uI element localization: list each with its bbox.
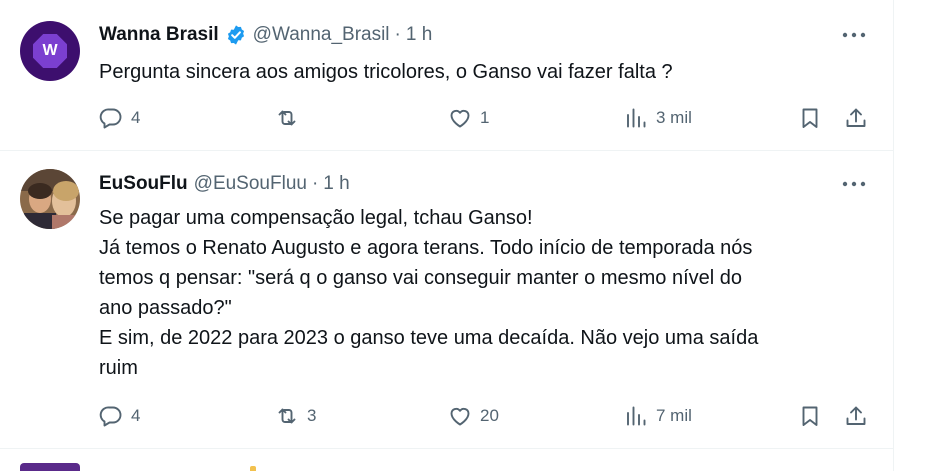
tweet-text: Se pagar uma compensação legal, tchau Ga…	[99, 207, 759, 379]
views-chart-icon	[627, 108, 646, 128]
profile-photo	[20, 169, 80, 229]
reply-icon	[99, 406, 122, 427]
reply-count: 4	[131, 108, 141, 127]
views-button[interactable]: 3 mil	[624, 102, 692, 134]
share-icon	[846, 108, 866, 127]
retweet-count: 3	[307, 406, 317, 425]
verified-badge-icon	[227, 25, 244, 45]
reply-button[interactable]: 4	[99, 400, 140, 432]
more-options-icon[interactable]	[839, 172, 869, 196]
like-count: 1	[480, 108, 490, 127]
reply-icon	[99, 108, 122, 129]
retweet-button[interactable]: 3	[275, 400, 316, 432]
bookmark-button[interactable]	[798, 400, 822, 432]
tweet-header: Wanna Brasil @Wanna_Brasil · 1 h	[99, 22, 432, 48]
views-chart-icon	[627, 406, 646, 426]
retweet-icon	[278, 408, 296, 424]
bookmark-icon	[802, 108, 818, 128]
share-icon	[846, 406, 866, 425]
next-tweet-partial[interactable]	[0, 449, 893, 471]
view-count: 3 mil	[656, 108, 692, 127]
author-handle[interactable]: @Wanna_Brasil	[253, 24, 390, 46]
tweet-feed: W Wanna Brasil @Wanna_Brasil · 1 h Pergu…	[0, 0, 894, 471]
separator-dot: ·	[311, 173, 319, 194]
tweet-actions: 4 1 3 mil	[0, 102, 893, 134]
retweet-icon	[278, 110, 296, 126]
avatar[interactable]	[20, 169, 80, 229]
bookmark-icon	[802, 406, 818, 426]
author-name[interactable]: EuSouFlu	[99, 173, 188, 195]
heart-icon	[450, 109, 470, 128]
tweet-text: Pergunta sincera aos amigos tricolores, …	[99, 61, 673, 83]
emoji-partial	[250, 466, 256, 471]
timestamp[interactable]: 1 h	[323, 173, 349, 195]
retweet-button[interactable]	[275, 102, 307, 134]
reply-button[interactable]: 4	[99, 102, 140, 134]
tweet-wanna-brasil[interactable]: W Wanna Brasil @Wanna_Brasil · 1 h Pergu…	[0, 0, 893, 151]
more-options-icon[interactable]	[839, 23, 869, 47]
view-count: 7 mil	[656, 406, 692, 425]
share-button[interactable]	[844, 102, 868, 134]
reply-count: 4	[131, 406, 141, 425]
avatar[interactable]: W	[20, 21, 80, 81]
author-name[interactable]: Wanna Brasil	[99, 24, 219, 46]
timestamp[interactable]: 1 h	[406, 24, 432, 46]
tweet-header: EuSouFlu @EuSouFluu · 1 h	[99, 171, 350, 197]
bookmark-button[interactable]	[798, 102, 822, 134]
views-button[interactable]: 7 mil	[624, 400, 692, 432]
separator-dot: ·	[394, 24, 401, 45]
like-count: 20	[480, 406, 499, 425]
like-button[interactable]: 20	[448, 400, 499, 432]
author-handle[interactable]: @EuSouFluu	[194, 173, 307, 195]
tweet-actions: 4 3 20 7 mil	[0, 400, 893, 432]
avatar[interactable]	[20, 463, 80, 471]
share-button[interactable]	[844, 400, 868, 432]
heart-icon	[450, 407, 470, 426]
wanna-logo: W	[33, 34, 67, 68]
tweet-eusouflu[interactable]: EuSouFlu @EuSouFluu · 1 h Se pagar uma c…	[0, 151, 893, 449]
like-button[interactable]: 1	[448, 102, 489, 134]
